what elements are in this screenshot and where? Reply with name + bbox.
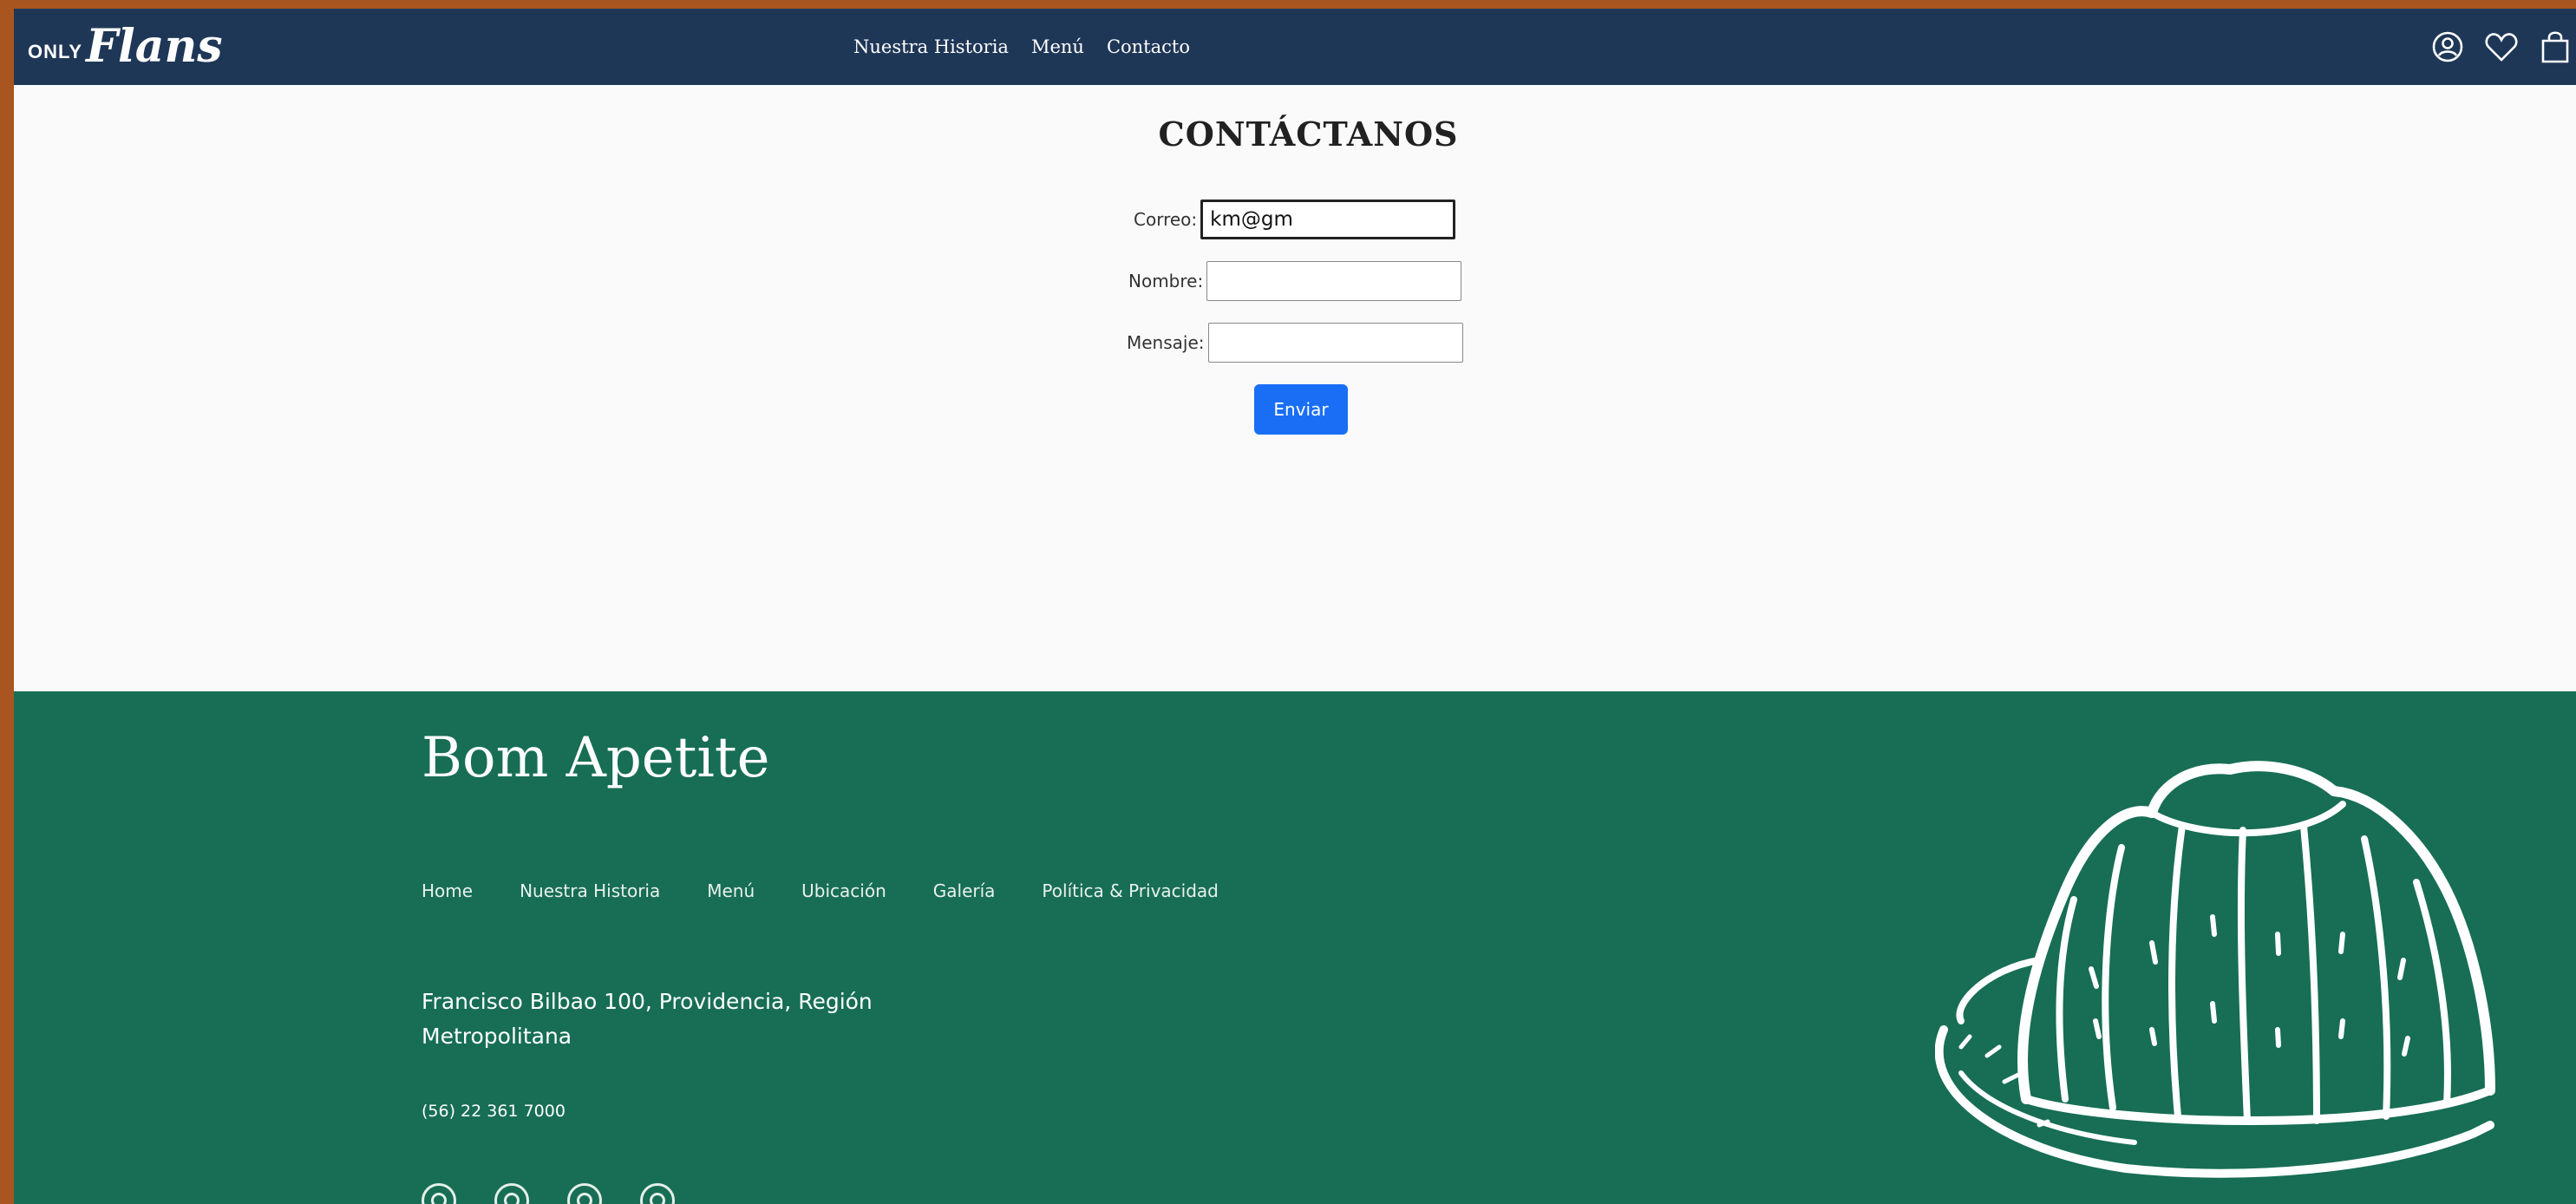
email-label: Correo: xyxy=(1134,209,1198,230)
footer-link-galeria[interactable]: Galería xyxy=(933,880,996,901)
message-field[interactable] xyxy=(1207,323,1463,363)
main-nav: Nuestra Historia Menú Contacto xyxy=(853,9,1190,85)
browser-viewport: ONLY Flans Nuestra Historia Menú Contact… xyxy=(14,9,2576,1204)
footer-link-menu[interactable]: Menú xyxy=(707,880,755,901)
message-label: Mensaje: xyxy=(1127,332,1205,353)
nav-link-nuestra-historia[interactable]: Nuestra Historia xyxy=(853,36,1009,57)
footer-address: Francisco Bilbao 100, Providencia, Regió… xyxy=(422,989,873,1049)
footer-phone: (56) 22 361 7000 xyxy=(422,1102,566,1121)
user-icon[interactable] xyxy=(2429,28,2467,66)
name-row: Nombre: xyxy=(1128,261,1462,301)
logo-small-text: ONLY xyxy=(28,41,83,62)
whatsapp-icon[interactable] xyxy=(567,1183,602,1204)
name-label: Nombre: xyxy=(1128,271,1204,291)
shopping-bag-icon[interactable] xyxy=(2536,28,2574,66)
twitter-icon[interactable] xyxy=(494,1183,529,1204)
page-title: CONTÁCTANOS xyxy=(1158,115,1459,154)
email-row: Correo: xyxy=(1134,200,1456,239)
message-row: Mensaje: xyxy=(1127,323,1463,363)
footer-link-home[interactable]: Home xyxy=(422,880,473,901)
flan-illustration xyxy=(1935,761,2495,1178)
footer: Bom Apetite Home Nuestra Historia Menú U… xyxy=(14,691,2576,1204)
social-icons xyxy=(422,1183,675,1204)
instagram-icon[interactable] xyxy=(422,1183,456,1204)
logo-script-text: Flans xyxy=(86,20,223,73)
navbar: ONLY Flans Nuestra Historia Menú Contact… xyxy=(14,9,2576,85)
heart-icon[interactable] xyxy=(2482,28,2520,66)
name-field[interactable] xyxy=(1206,261,1462,301)
nav-icons xyxy=(2429,9,2576,85)
email-field[interactable] xyxy=(1200,200,1456,239)
logo[interactable]: ONLY Flans xyxy=(28,9,223,85)
pinterest-icon[interactable] xyxy=(640,1183,675,1204)
nav-link-contacto[interactable]: Contacto xyxy=(1107,36,1190,57)
footer-link-politica[interactable]: Política & Privacidad xyxy=(1042,880,1218,901)
footer-nav: Home Nuestra Historia Menú Ubicación Gal… xyxy=(422,880,1219,901)
footer-brand: Bom Apetite xyxy=(422,726,770,790)
nav-link-menu[interactable]: Menú xyxy=(1031,36,1084,57)
footer-link-nuestra-historia[interactable]: Nuestra Historia xyxy=(520,880,660,901)
footer-link-ubicacion[interactable]: Ubicación xyxy=(801,880,886,901)
submit-button[interactable]: Enviar xyxy=(1254,384,1348,435)
